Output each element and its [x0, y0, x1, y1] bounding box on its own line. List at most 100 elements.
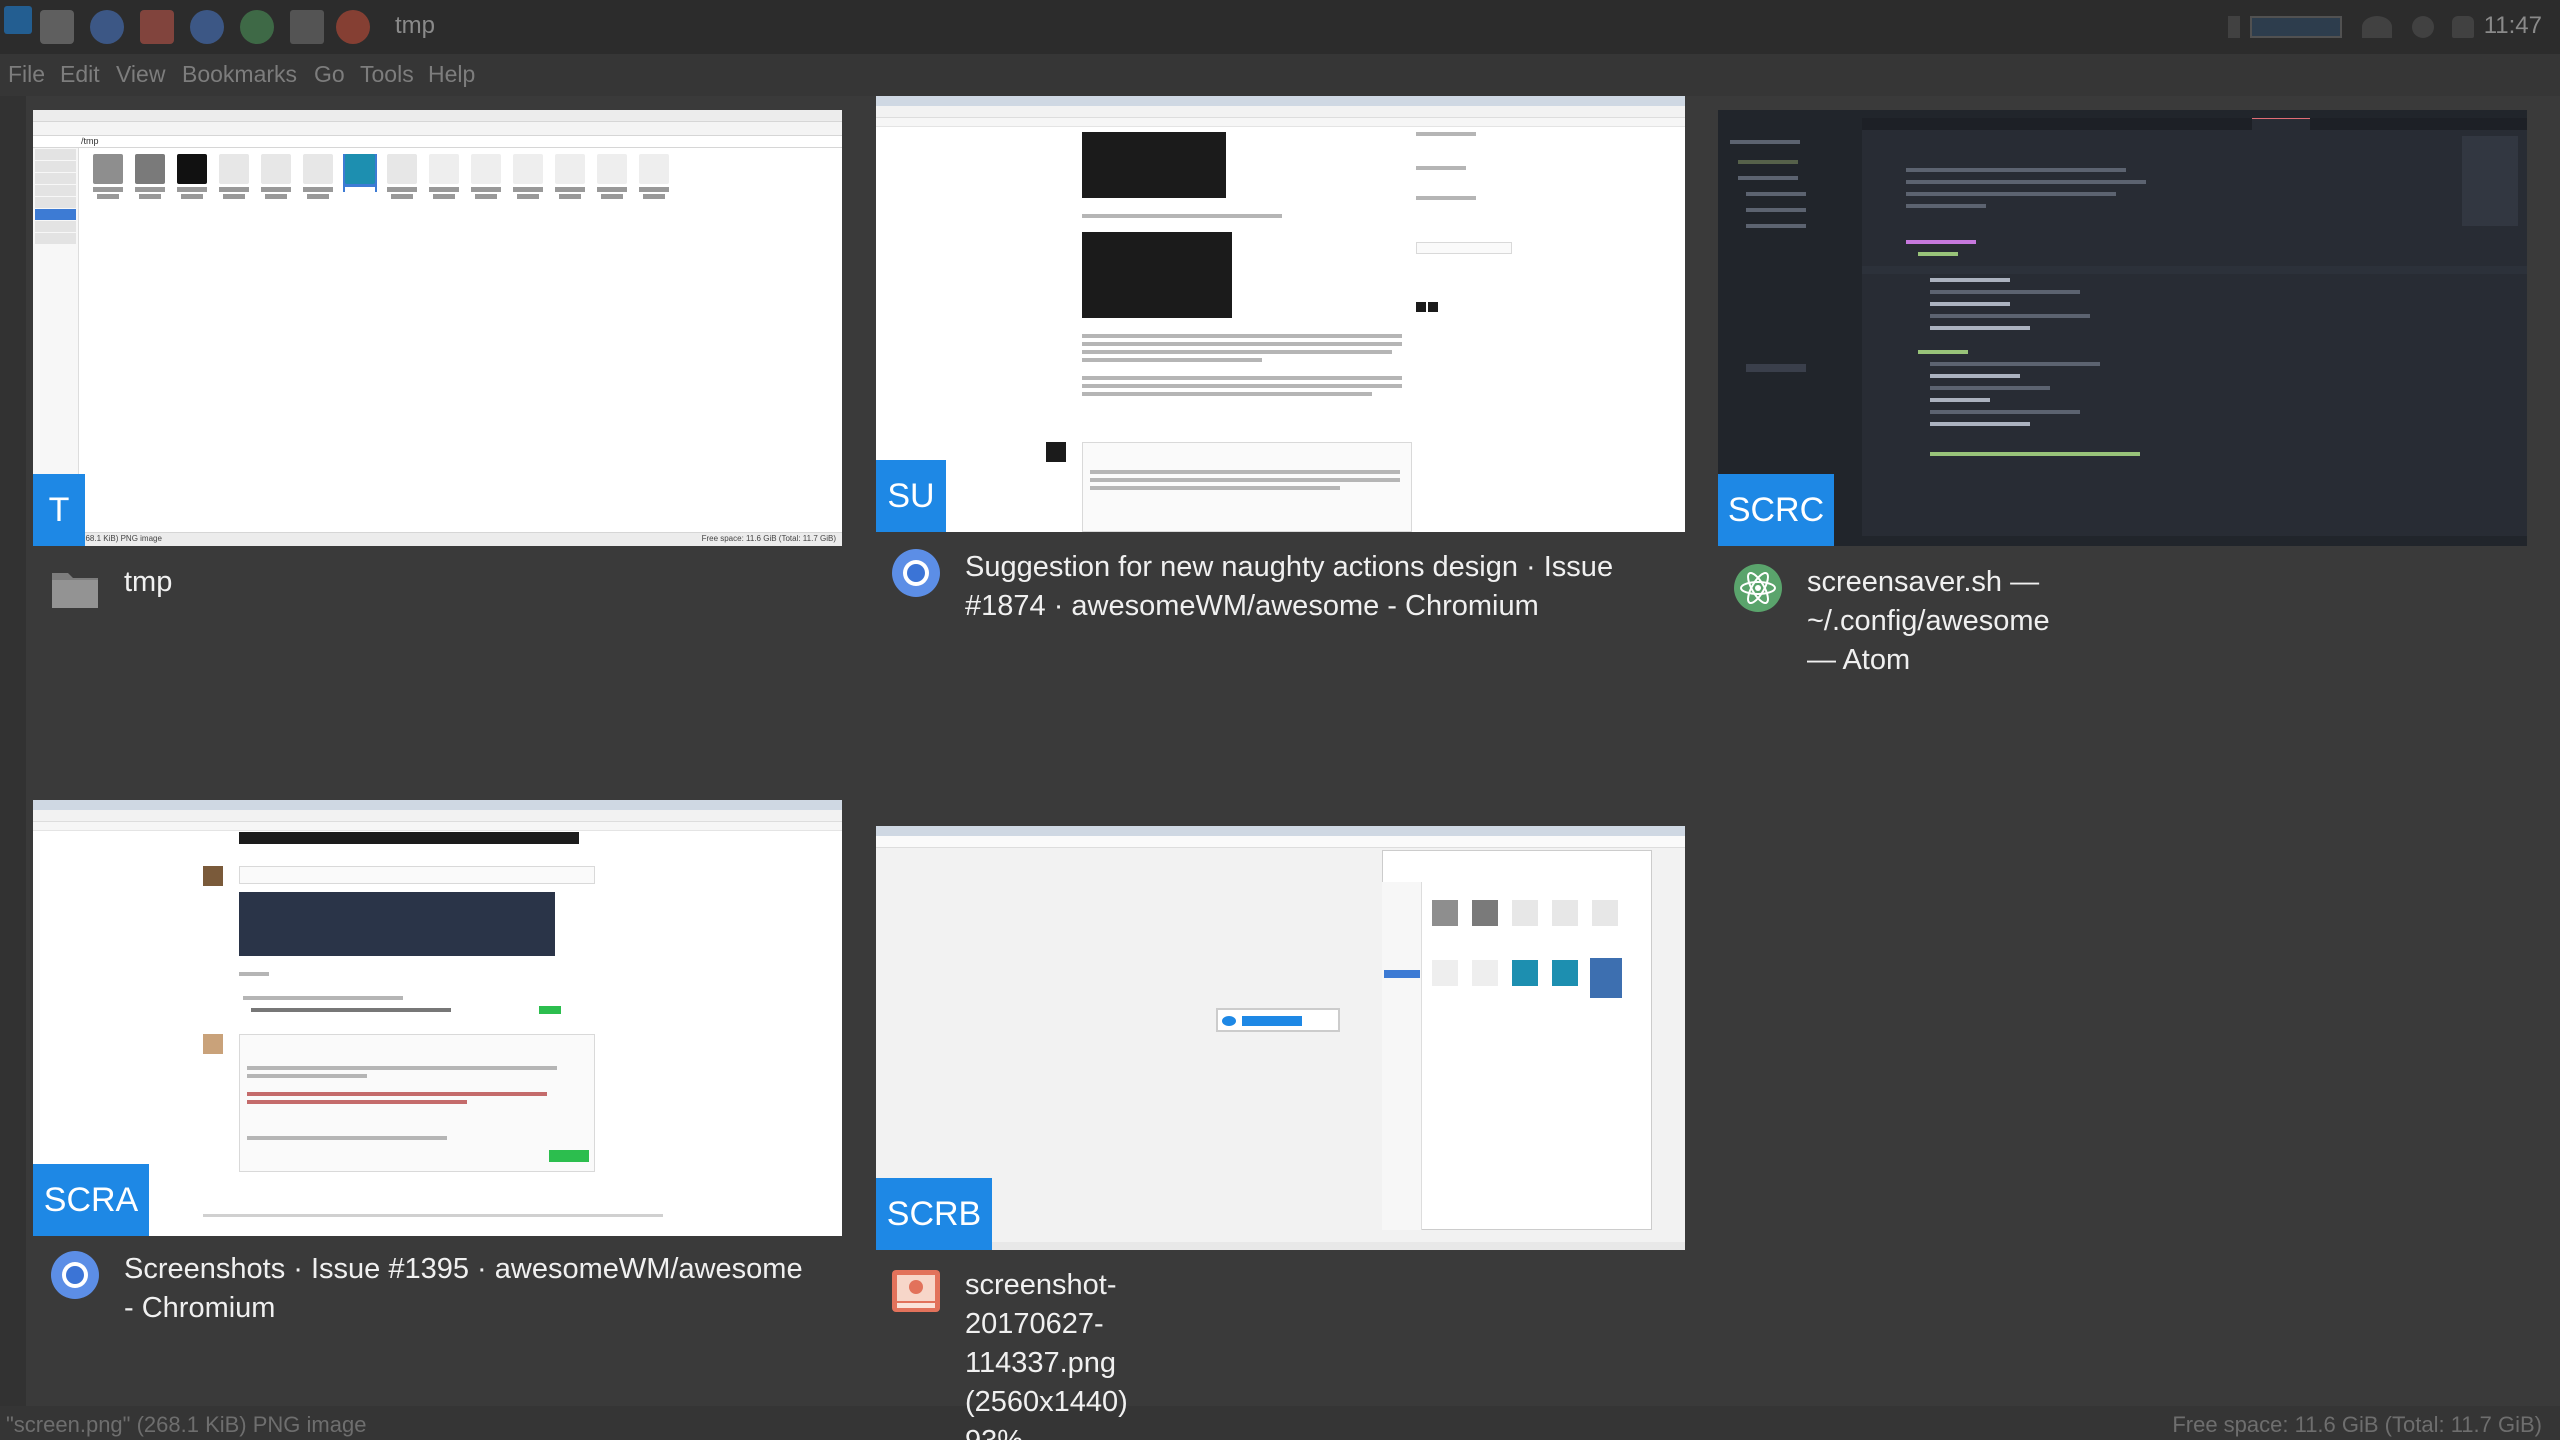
thumb-link-line — [247, 1100, 467, 1104]
thumb-code-comment — [1906, 204, 1986, 208]
thumb-code-line — [1930, 398, 1990, 402]
brightness-icon[interactable] — [2412, 16, 2434, 38]
wifi-icon[interactable] — [2362, 16, 2392, 38]
thumb-pathbar: /tmp — [33, 136, 842, 148]
window-label[interactable]: Suggestion for new naughty actions desig… — [891, 548, 1651, 626]
thumb-code-line — [1918, 252, 1958, 256]
atom-icon — [1733, 563, 1783, 613]
thumb-menubar — [33, 110, 842, 122]
thumb-viewer-statusbar — [876, 1242, 1685, 1250]
thumb-text-line — [1090, 470, 1400, 474]
window-badge: SCRB — [876, 1178, 992, 1250]
thumbnail-file-manager[interactable]: /tmp 268.1 KiB) PNG image Free space: 11… — [33, 110, 842, 546]
window-label[interactable]: Screenshots · Issue #1395 · awesomeWM/aw… — [50, 1250, 810, 1328]
thumb-file — [133, 154, 167, 199]
thumb-viewer-urlbar — [876, 836, 1685, 848]
thumb-file — [259, 154, 293, 199]
top-taskbar: tmp 11:47 — [0, 0, 2560, 54]
window-badge: SCRC — [1718, 474, 1834, 546]
thumb-footer — [203, 1214, 663, 1217]
window-title: Screenshots · Issue #1395 · awesomeWM/aw… — [124, 1253, 803, 1324]
thumb-file — [511, 154, 545, 199]
thumbnail-image-viewer[interactable] — [876, 810, 1685, 1250]
thumb-screenshot-strip — [239, 832, 579, 844]
thumb-screenshot-dark-2 — [1082, 232, 1232, 318]
window-title: tmp — [124, 566, 173, 598]
menu-file[interactable]: File — [8, 61, 45, 88]
window-title: screensaver.sh — ~/.config/awesome — Ato… — [1807, 566, 2050, 676]
thumb-sidebar-line — [1416, 132, 1476, 136]
thumb-unsubscribe-button — [1416, 242, 1512, 254]
thumb-volume-fill — [1242, 1016, 1302, 1026]
thumb-tree-selected — [1746, 364, 1806, 372]
thumb-text-line — [1082, 358, 1262, 362]
thumb-reference-title — [251, 1008, 451, 1012]
thumb-file — [469, 154, 503, 199]
thumb-viewer-tabs — [876, 826, 1685, 836]
menu-help[interactable]: Help — [428, 61, 475, 88]
thumb-text-line — [1082, 392, 1372, 396]
notification-bell-icon[interactable] — [2452, 16, 2474, 38]
thumb-text-line — [247, 1066, 557, 1070]
thumb-open-badge — [539, 1006, 561, 1014]
thumb-toolbar — [33, 122, 842, 136]
thumb-text-line — [1082, 334, 1402, 338]
thumb-fm-file — [1552, 900, 1578, 926]
thumb-tabstrip — [876, 96, 1685, 106]
folder-taskbar-icon[interactable] — [40, 10, 74, 44]
thumb-participant — [1416, 302, 1426, 312]
thumb-bookmarks-bar — [33, 822, 842, 831]
thumb-minimap — [2462, 136, 2518, 226]
thumb-file — [427, 154, 461, 199]
thumb-file-selected — [343, 154, 377, 192]
thumb-active-tab — [2252, 118, 2310, 130]
menu-view[interactable]: View — [116, 61, 165, 88]
window-label[interactable]: tmp — [50, 563, 172, 613]
workspace-tag-icon[interactable] — [4, 6, 32, 34]
thumb-text-line — [1082, 350, 1392, 354]
thumb-file — [175, 154, 209, 199]
thumb-avatar — [203, 866, 223, 886]
thumb-code-line — [1930, 326, 2030, 330]
thumb-tree-item — [1738, 160, 1798, 164]
thumb-avatar-2 — [203, 1034, 223, 1054]
music-taskbar-icon[interactable] — [336, 10, 370, 44]
thumb-code-line — [1930, 278, 2010, 282]
thumb-file — [637, 154, 671, 199]
thumb-code-line — [1930, 386, 2050, 390]
menu-bookmarks[interactable]: Bookmarks — [182, 61, 297, 88]
battery-icon — [2228, 16, 2240, 38]
thumb-code-line — [1930, 302, 2010, 306]
thumb-bookmarks-bar — [876, 118, 1685, 127]
thumb-status-bar — [1718, 536, 2527, 546]
folder-icon — [50, 563, 100, 613]
thumb-avatar — [1046, 442, 1066, 462]
thumb-urlbar — [33, 810, 842, 822]
thumbnail-chromium-screenshots[interactable] — [33, 800, 842, 1236]
menu-go[interactable]: Go — [314, 61, 345, 88]
thumb-text-line — [1082, 214, 1282, 218]
window-label[interactable]: screensaver.sh — ~/.config/awesome — Ato… — [1733, 563, 2050, 680]
terminal-taskbar-icon[interactable] — [290, 10, 324, 44]
thumb-statusbar: 268.1 KiB) PNG image Free space: 11.6 Gi… — [33, 532, 842, 546]
menu-tools[interactable]: Tools — [360, 61, 414, 88]
chromium-taskbar-icon-2[interactable] — [190, 10, 224, 44]
window-label[interactable]: screenshot-20170627-114337.png (2560x144… — [891, 1266, 1128, 1440]
volume-bar[interactable] — [2250, 16, 2342, 38]
thumb-tree-item — [1730, 140, 1800, 144]
thumb-code-line — [1918, 350, 1968, 354]
thumb-screenshot-image — [239, 892, 555, 956]
thumb-fm-places — [1382, 882, 1422, 1230]
thumb-code-line — [1930, 410, 2080, 414]
thumb-atom-menubar — [1718, 110, 2527, 118]
menu-edit[interactable]: Edit — [60, 61, 100, 88]
thumb-file — [553, 154, 587, 199]
atom-taskbar-icon[interactable] — [240, 10, 274, 44]
thumbnail-chromium-issue[interactable] — [876, 96, 1685, 532]
image-viewer-taskbar-icon[interactable] — [140, 10, 174, 44]
thumb-fm-place-selected — [1384, 970, 1420, 978]
window-title: screenshot-20170627-114337.png (2560x144… — [965, 1269, 1128, 1440]
thumb-code-comment — [1906, 168, 2126, 172]
chromium-taskbar-icon[interactable] — [90, 10, 124, 44]
thumbnail-atom-editor[interactable] — [1718, 110, 2527, 546]
